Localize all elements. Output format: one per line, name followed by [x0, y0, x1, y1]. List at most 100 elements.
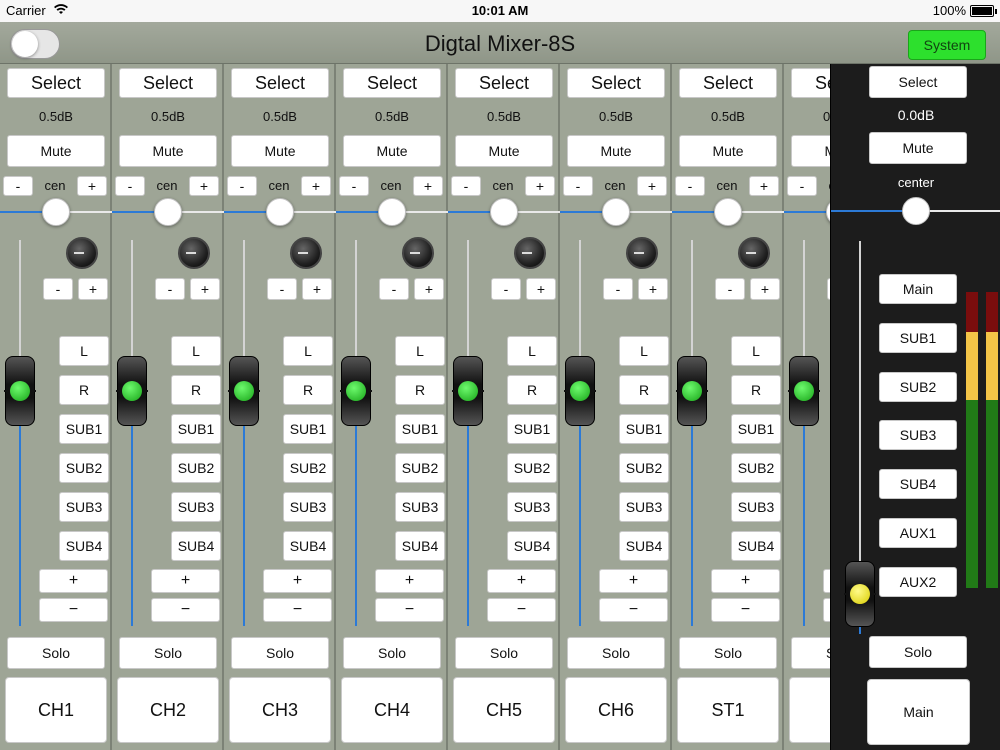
route-sub3-button[interactable]: SUB3	[59, 492, 109, 522]
channel-fader-handle[interactable]	[676, 356, 708, 426]
pan-left-button[interactable]: -	[451, 176, 481, 196]
aux-level-knob[interactable]	[66, 237, 98, 269]
pan-slider-thumb[interactable]	[602, 198, 630, 226]
select-button[interactable]: Select	[343, 68, 441, 98]
pan-right-button[interactable]: +	[525, 176, 555, 196]
level-up-button[interactable]: +	[39, 569, 108, 593]
aux-level-knob[interactable]	[402, 237, 434, 269]
master-select-button[interactable]: Select	[869, 66, 967, 98]
aux-increase-button[interactable]: +	[638, 278, 668, 300]
route-sub3-button[interactable]: SUB3	[283, 492, 333, 522]
route-sub1-button[interactable]: SUB1	[59, 414, 109, 444]
aux-decrease-button[interactable]: -	[379, 278, 409, 300]
system-button[interactable]: System	[908, 30, 986, 60]
pan-left-button[interactable]: -	[227, 176, 257, 196]
pan-left-button[interactable]: -	[115, 176, 145, 196]
pan-left-button[interactable]: -	[563, 176, 593, 196]
level-up-button[interactable]: +	[711, 569, 780, 593]
level-up-button[interactable]: +	[263, 569, 332, 593]
aux-increase-button[interactable]: +	[190, 278, 220, 300]
route-sub3-button[interactable]: SUB3	[395, 492, 445, 522]
route-sub2-button[interactable]: SUB2	[59, 453, 109, 483]
mute-button[interactable]: Mute	[231, 135, 329, 167]
channel-fader-handle[interactable]	[452, 356, 484, 426]
route-sub4-button[interactable]: SUB4	[731, 531, 781, 561]
channel-name-button[interactable]: ST1	[677, 677, 779, 743]
channel-name-button[interactable]: CH3	[229, 677, 331, 743]
mute-button[interactable]: Mute	[455, 135, 553, 167]
master-fader-handle[interactable]	[844, 561, 876, 627]
route-r-button[interactable]: R	[283, 375, 333, 405]
master-name-button[interactable]: Main	[867, 679, 970, 745]
pan-slider-thumb[interactable]	[714, 198, 742, 226]
route-l-button[interactable]: L	[283, 336, 333, 366]
select-button[interactable]: Select	[567, 68, 665, 98]
pan-left-button[interactable]: -	[3, 176, 33, 196]
aux-level-knob[interactable]	[178, 237, 210, 269]
route-sub4-button[interactable]: SUB4	[395, 531, 445, 561]
level-down-button[interactable]: −	[487, 598, 556, 622]
channel-fader-handle[interactable]	[116, 356, 148, 426]
aux-increase-button[interactable]: +	[302, 278, 332, 300]
solo-button[interactable]: Solo	[679, 637, 777, 669]
route-sub2-button[interactable]: SUB2	[171, 453, 221, 483]
level-up-button[interactable]: +	[151, 569, 220, 593]
aux-level-knob[interactable]	[738, 237, 770, 269]
aux-increase-button[interactable]: +	[526, 278, 556, 300]
aux-decrease-button[interactable]: -	[715, 278, 745, 300]
master-pan-slider-thumb[interactable]	[902, 197, 930, 225]
route-r-button[interactable]: R	[171, 375, 221, 405]
pan-slider-thumb[interactable]	[378, 198, 406, 226]
route-sub2-button[interactable]: SUB2	[731, 453, 781, 483]
route-sub2-button[interactable]: SUB2	[283, 453, 333, 483]
route-r-button[interactable]: R	[731, 375, 781, 405]
pan-right-button[interactable]: +	[413, 176, 443, 196]
route-sub1-button[interactable]: SUB1	[395, 414, 445, 444]
route-sub2-button[interactable]: SUB2	[507, 453, 557, 483]
pan-slider-thumb[interactable]	[266, 198, 294, 226]
channel-fader-handle[interactable]	[4, 356, 36, 426]
route-sub2-button[interactable]: SUB2	[619, 453, 669, 483]
aux-decrease-button[interactable]: -	[491, 278, 521, 300]
aux-increase-button[interactable]: +	[414, 278, 444, 300]
route-l-button[interactable]: L	[507, 336, 557, 366]
channel-fader-handle[interactable]	[228, 356, 260, 426]
aux-increase-button[interactable]: +	[750, 278, 780, 300]
route-sub1-button[interactable]: SUB1	[731, 414, 781, 444]
aux-increase-button[interactable]: +	[78, 278, 108, 300]
route-sub3-button[interactable]: SUB3	[731, 492, 781, 522]
route-r-button[interactable]: R	[59, 375, 109, 405]
mute-button[interactable]: Mute	[7, 135, 105, 167]
solo-button[interactable]: Solo	[567, 637, 665, 669]
mute-button[interactable]: Mute	[567, 135, 665, 167]
level-down-button[interactable]: −	[375, 598, 444, 622]
level-down-button[interactable]: −	[39, 598, 108, 622]
route-r-button[interactable]: R	[507, 375, 557, 405]
route-r-button[interactable]: R	[619, 375, 669, 405]
pan-right-button[interactable]: +	[749, 176, 779, 196]
master-route-main[interactable]: Main	[879, 274, 957, 304]
level-up-button[interactable]: +	[599, 569, 668, 593]
route-l-button[interactable]: L	[731, 336, 781, 366]
channel-name-button[interactable]: CH2	[117, 677, 219, 743]
solo-button[interactable]: Solo	[7, 637, 105, 669]
select-button[interactable]: Select	[119, 68, 217, 98]
solo-button[interactable]: Solo	[119, 637, 217, 669]
master-route-aux1[interactable]: AUX1	[879, 518, 957, 548]
channel-name-button[interactable]: CH5	[453, 677, 555, 743]
level-down-button[interactable]: −	[711, 598, 780, 622]
master-route-sub4[interactable]: SUB4	[879, 469, 957, 499]
master-mute-button[interactable]: Mute	[869, 132, 967, 164]
route-sub4-button[interactable]: SUB4	[619, 531, 669, 561]
route-sub3-button[interactable]: SUB3	[507, 492, 557, 522]
aux-level-knob[interactable]	[626, 237, 658, 269]
pan-right-button[interactable]: +	[301, 176, 331, 196]
mute-button[interactable]: Mute	[343, 135, 441, 167]
channel-fader-handle[interactable]	[340, 356, 372, 426]
channel-name-button[interactable]: CH4	[341, 677, 443, 743]
aux-level-knob[interactable]	[514, 237, 546, 269]
route-l-button[interactable]: L	[59, 336, 109, 366]
level-up-button[interactable]: +	[375, 569, 444, 593]
aux-decrease-button[interactable]: -	[43, 278, 73, 300]
pan-right-button[interactable]: +	[637, 176, 667, 196]
